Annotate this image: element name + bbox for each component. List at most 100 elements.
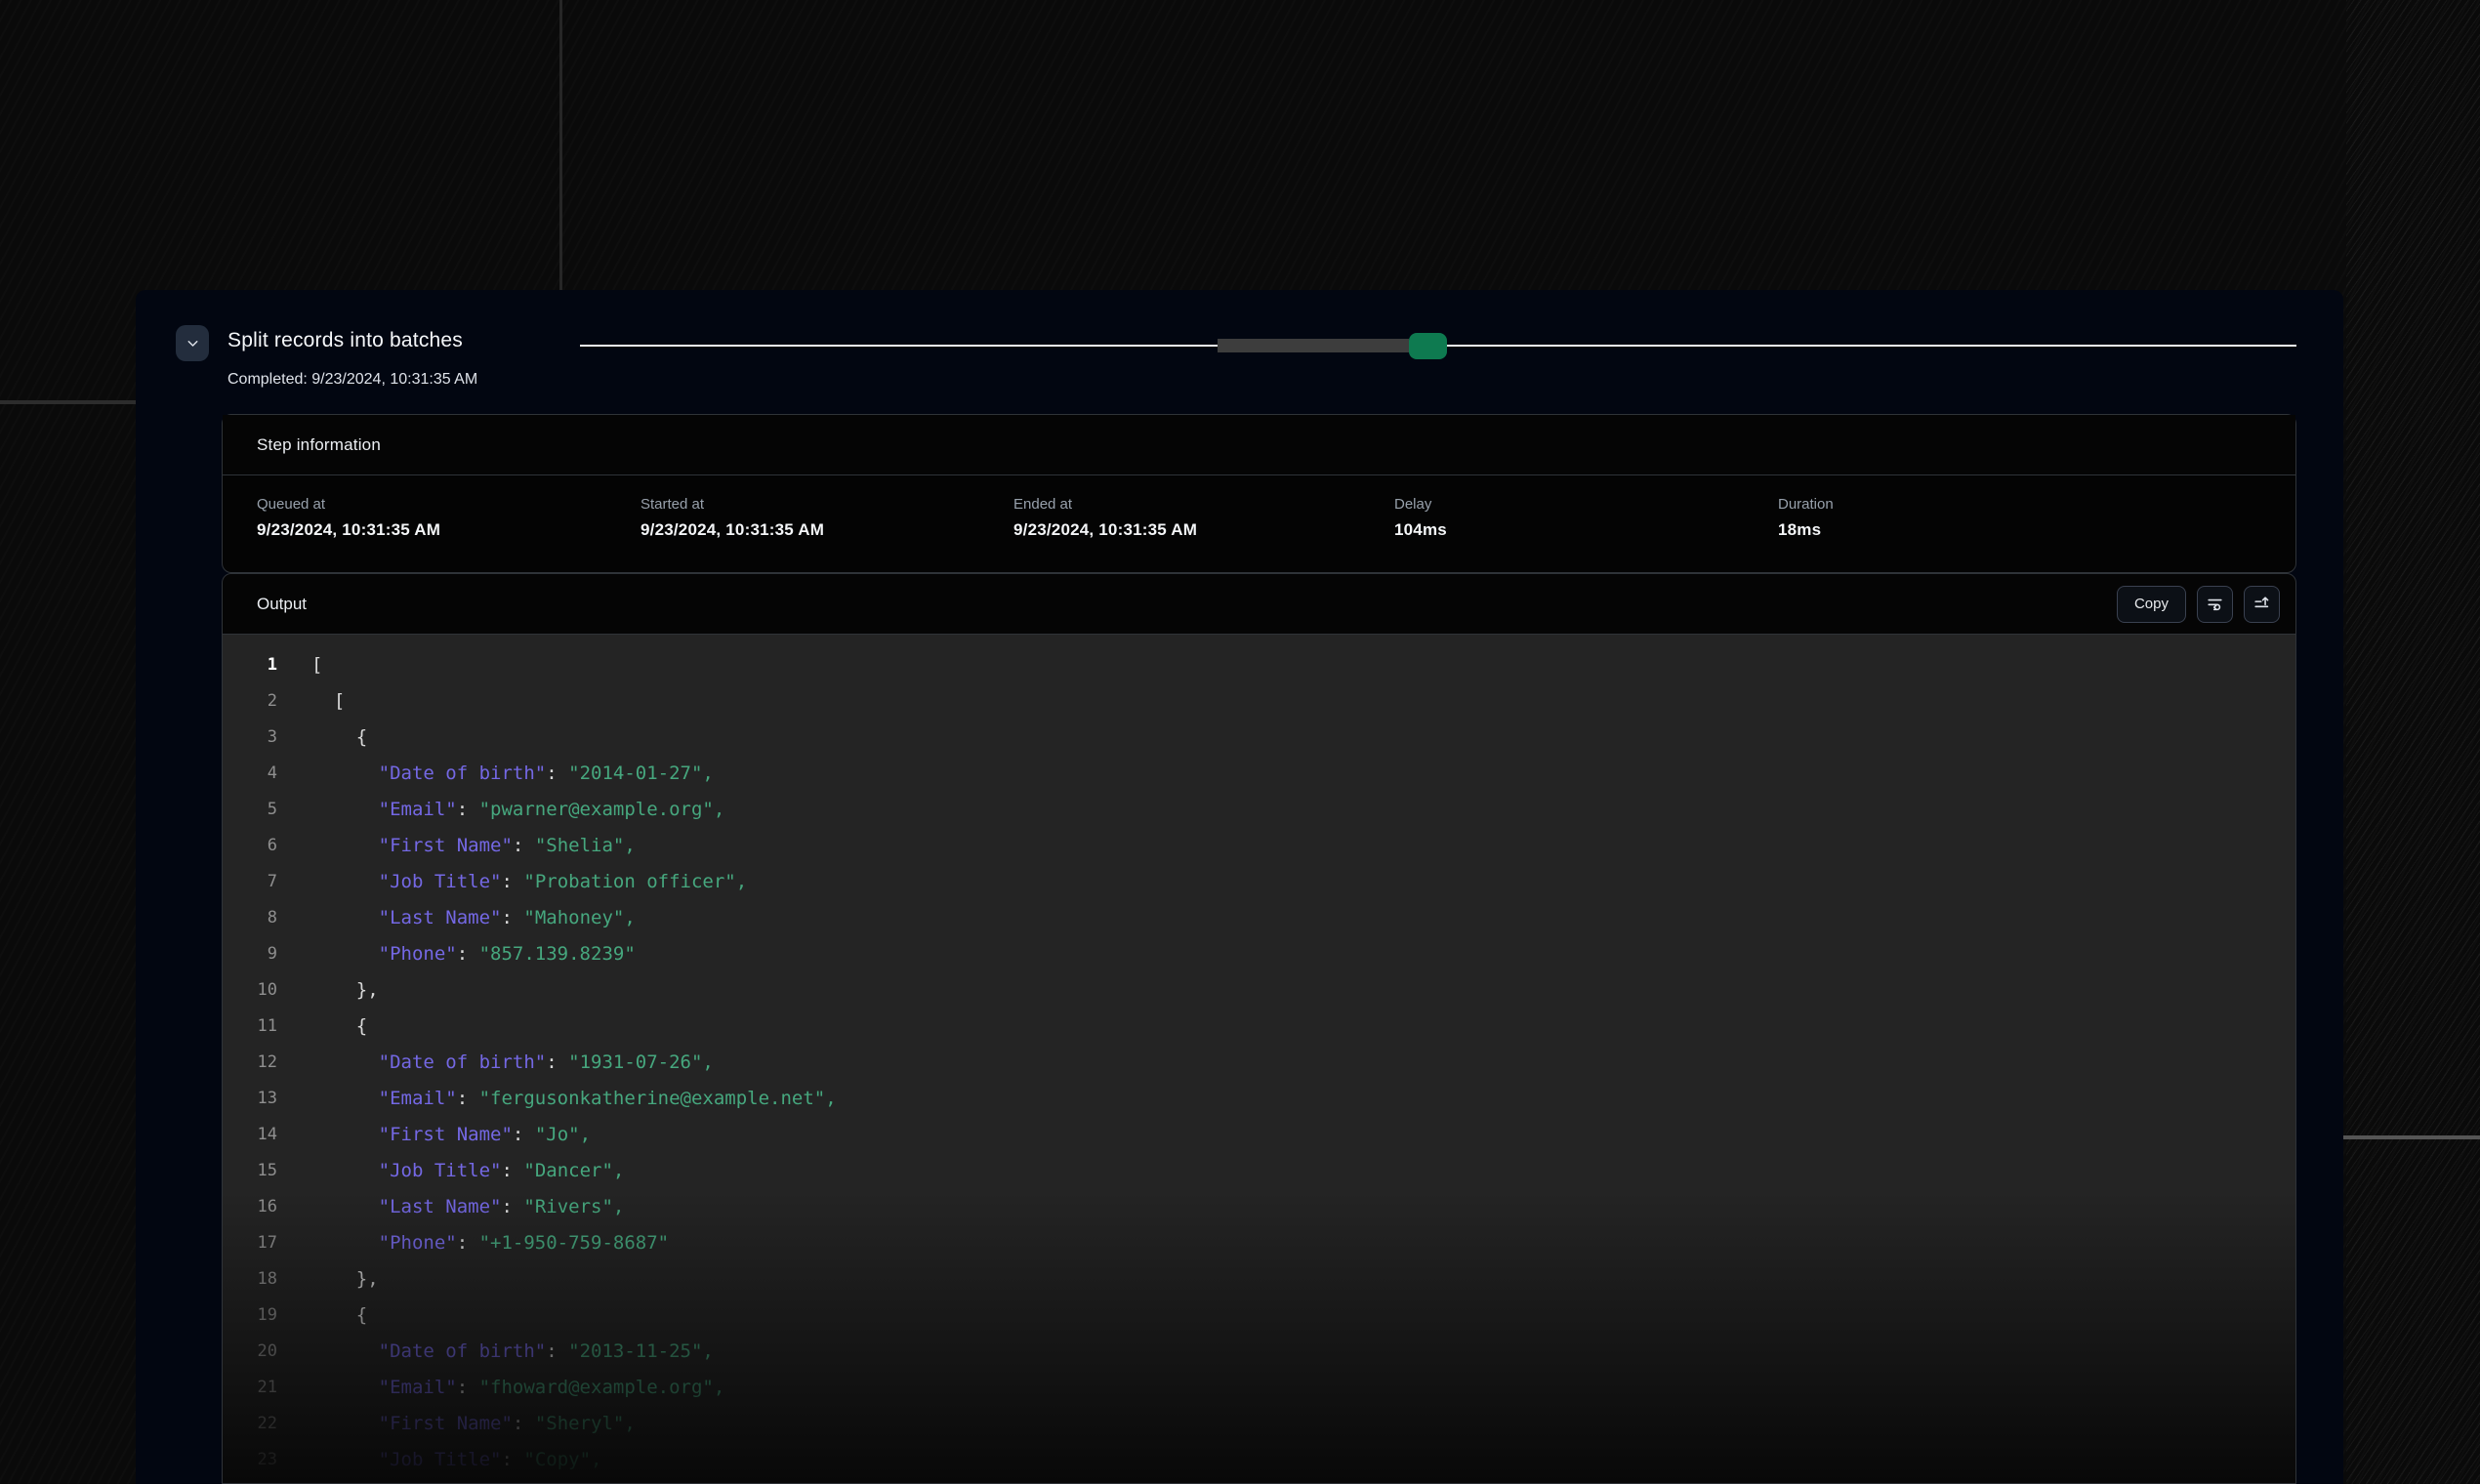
- output-code-viewer[interactable]: 1[2 [3 {4 "Date of birth": "2014-01-27",…: [223, 635, 2295, 1483]
- line-number: 17: [223, 1225, 277, 1261]
- code-line: 8 "Last Name": "Mahoney",: [223, 900, 2295, 936]
- wrap-text-button[interactable]: [2197, 586, 2233, 623]
- line-number: 20: [223, 1334, 277, 1370]
- collapse-step-button[interactable]: [176, 325, 209, 361]
- code-line: 21 "Email": "fhoward@example.org",: [223, 1370, 2295, 1406]
- code-line: 17 "Phone": "+1-950-759-8687": [223, 1225, 2295, 1261]
- code-line: 20 "Date of birth": "2013-11-25",: [223, 1334, 2295, 1370]
- step-information-header: Step information: [223, 415, 2295, 475]
- line-number: 12: [223, 1045, 277, 1081]
- meta-duration: Duration 18ms: [1778, 496, 2261, 540]
- step-details-panel: Split records into batches Completed: 9/…: [136, 290, 2343, 1484]
- code-text: "Phone": "+1-950-759-8687": [311, 1225, 669, 1261]
- code-text: "Date of birth": "2014-01-27",: [311, 756, 714, 792]
- output-card: Output Copy: [222, 573, 2296, 1484]
- meta-label: Ended at: [1013, 496, 1394, 513]
- code-line: 19 {: [223, 1298, 2295, 1334]
- code-text: "First Name": "Jo",: [311, 1117, 591, 1153]
- meta-label: Duration: [1778, 496, 2261, 513]
- code-line: 9 "Phone": "857.139.8239": [223, 936, 2295, 972]
- wrap-text-icon: [2206, 595, 2224, 613]
- code-text: "Phone": "857.139.8239": [311, 936, 636, 972]
- line-number: 7: [223, 864, 277, 900]
- code-line: 1[: [223, 647, 2295, 683]
- line-number: 21: [223, 1370, 277, 1406]
- line-number: 4: [223, 756, 277, 792]
- code-line: 11 {: [223, 1009, 2295, 1045]
- step-metadata-row: Queued at 9/23/2024, 10:31:35 AM Started…: [223, 475, 2295, 540]
- code-line: 6 "First Name": "Shelia",: [223, 828, 2295, 864]
- line-number: 18: [223, 1261, 277, 1298]
- line-number: 14: [223, 1117, 277, 1153]
- code-line: 23 "Job Title": "Copy",: [223, 1442, 2295, 1478]
- code-line: 16 "Last Name": "Rivers",: [223, 1189, 2295, 1225]
- line-number: 5: [223, 792, 277, 828]
- line-number: 2: [223, 683, 277, 720]
- meta-label: Queued at: [257, 496, 641, 513]
- code-line: 14 "First Name": "Jo",: [223, 1117, 2295, 1153]
- chevron-down-icon: [185, 335, 201, 351]
- step-status-text: Completed: 9/23/2024, 10:31:35 AM: [227, 371, 477, 389]
- code-line: 18 },: [223, 1261, 2295, 1298]
- line-number: 9: [223, 936, 277, 972]
- line-number: 13: [223, 1081, 277, 1117]
- code-text: {: [311, 1298, 367, 1334]
- code-text: "Job Title": "Copy",: [311, 1442, 601, 1478]
- code-line: 10 },: [223, 972, 2295, 1009]
- code-text: {: [311, 1009, 367, 1045]
- code-text: "Job Title": "Dancer",: [311, 1153, 624, 1189]
- code-text: "Date of birth": "2013-11-25",: [311, 1334, 714, 1370]
- meta-value: 9/23/2024, 10:31:35 AM: [257, 520, 641, 540]
- code-text: [: [311, 683, 345, 720]
- canvas-background: { "step_panel": { "title": "Split record…: [0, 0, 2480, 1484]
- meta-value: 104ms: [1394, 520, 1778, 540]
- copy-button[interactable]: Copy: [2117, 586, 2186, 623]
- meta-started-at: Started at 9/23/2024, 10:31:35 AM: [641, 496, 1013, 540]
- code-line: 22 "First Name": "Sheryl",: [223, 1406, 2295, 1442]
- scroll-to-top-icon: [2253, 595, 2271, 613]
- meta-queued-at: Queued at 9/23/2024, 10:31:35 AM: [257, 496, 641, 540]
- line-number: 1: [223, 647, 277, 683]
- code-text: "Date of birth": "1931-07-26",: [311, 1045, 714, 1081]
- meta-value: 9/23/2024, 10:31:35 AM: [641, 520, 1013, 540]
- code-line: 12 "Date of birth": "1931-07-26",: [223, 1045, 2295, 1081]
- code-text: "Last Name": "Mahoney",: [311, 900, 636, 936]
- code-text: "Job Title": "Probation officer",: [311, 864, 747, 900]
- code-line: 13 "Email": "fergusonkatherine@example.n…: [223, 1081, 2295, 1117]
- line-number: 3: [223, 720, 277, 756]
- connector-line-left: [0, 400, 136, 404]
- code-text: [: [311, 647, 322, 683]
- meta-value: 9/23/2024, 10:31:35 AM: [1013, 520, 1394, 540]
- code-text: "Email": "pwarner@example.org",: [311, 792, 724, 828]
- code-line: 15 "Job Title": "Dancer",: [223, 1153, 2295, 1189]
- code-line: 4 "Date of birth": "2014-01-27",: [223, 756, 2295, 792]
- code-text: },: [311, 1261, 379, 1298]
- meta-ended-at: Ended at 9/23/2024, 10:31:35 AM: [1013, 496, 1394, 540]
- line-number: 6: [223, 828, 277, 864]
- line-number: 8: [223, 900, 277, 936]
- background-texture-right: [2346, 0, 2480, 1484]
- connector-line-vertical: [559, 0, 562, 291]
- meta-value: 18ms: [1778, 520, 2261, 540]
- meta-label: Delay: [1394, 496, 1778, 513]
- code-line: 7 "Job Title": "Probation officer",: [223, 864, 2295, 900]
- code-text: {: [311, 720, 367, 756]
- code-text: "First Name": "Shelia",: [311, 828, 636, 864]
- scroll-to-top-button[interactable]: [2244, 586, 2280, 623]
- code-lines: 1[2 [3 {4 "Date of birth": "2014-01-27",…: [223, 647, 2295, 1478]
- code-line: 5 "Email": "pwarner@example.org",: [223, 792, 2295, 828]
- code-text: "Email": "fhoward@example.org",: [311, 1370, 724, 1406]
- code-text: "Email": "fergusonkatherine@example.net"…: [311, 1081, 837, 1117]
- line-number: 15: [223, 1153, 277, 1189]
- line-number: 10: [223, 972, 277, 1009]
- line-number: 23: [223, 1442, 277, 1478]
- output-title: Output: [257, 595, 307, 614]
- meta-delay: Delay 104ms: [1394, 496, 1778, 540]
- code-line: 2 [: [223, 683, 2295, 720]
- page-title: Split records into batches: [227, 329, 463, 352]
- timeline-buffer-segment: [1218, 339, 1409, 352]
- timeline-thumb[interactable]: [1409, 333, 1447, 359]
- output-actions: Copy: [2117, 586, 2280, 623]
- code-line: 3 {: [223, 720, 2295, 756]
- output-header: Output Copy: [223, 574, 2295, 635]
